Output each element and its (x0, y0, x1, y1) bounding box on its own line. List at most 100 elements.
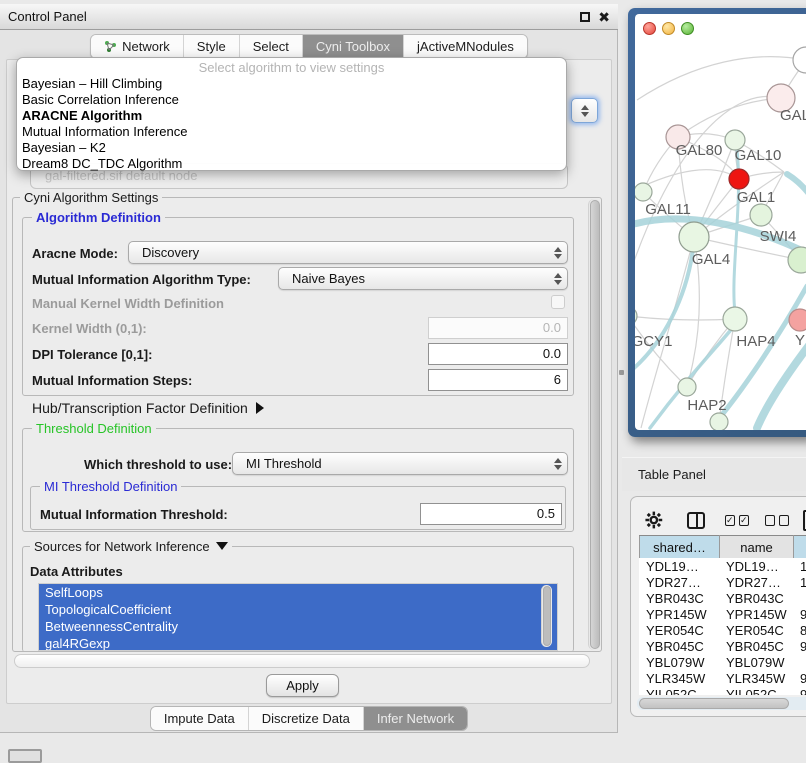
tab-select[interactable]: Select (240, 35, 303, 58)
tab-infer-network[interactable]: Infer Network (364, 707, 467, 730)
tab-impute-data[interactable]: Impute Data (151, 707, 249, 730)
cell-value[interactable]: 13 (793, 558, 806, 574)
aracne-mode-combobox[interactable]: Discovery (128, 241, 568, 264)
hub-definition-section[interactable]: Hub/Transcription Factor Definition (32, 400, 264, 416)
algorithm-combobox-fragment[interactable] (571, 98, 598, 123)
network-node-SWI4[interactable] (750, 204, 772, 226)
cell-value[interactable]: 9. (793, 686, 806, 695)
cell-name[interactable]: YBR043C (719, 590, 793, 606)
network-node[interactable] (788, 247, 806, 273)
tab-jactivemnodules[interactable]: jActiveMNodules (404, 35, 527, 58)
cell-shared-name[interactable]: YPR145W (639, 606, 719, 622)
algorithm-dropdown-item[interactable]: Basic Correlation Inference (17, 92, 566, 108)
settings-vertical-scrollbar[interactable] (588, 199, 601, 650)
cell-value[interactable]: 9. (793, 670, 806, 686)
cell-shared-name[interactable]: YBR043C (639, 590, 719, 606)
column-header-shared-name[interactable]: shared… (640, 536, 720, 559)
cell-shared-name[interactable]: YBR045C (639, 638, 719, 654)
network-node-HAP2[interactable] (678, 378, 696, 396)
unchecked-checkbox-icon[interactable] (779, 515, 789, 526)
sources-legend[interactable]: Sources for Network Inference (30, 540, 232, 553)
float-window-icon[interactable] (580, 12, 590, 22)
table-row[interactable]: YBL079W YBL079W (639, 654, 806, 670)
algorithm-dropdown-item[interactable]: Bayesian – Hill Climbing (17, 76, 566, 92)
cell-value[interactable]: 9. (793, 606, 806, 622)
column-header-name[interactable]: name (720, 536, 794, 559)
network-canvas[interactable]: GAL80GAL10GALGAL1GAL11SWI4GAL4GCY1HAP4YH… (635, 44, 806, 430)
column-header-partial[interactable] (794, 536, 806, 559)
data-attribute-item[interactable]: gal4RGexp (39, 635, 557, 651)
mi-threshold-field[interactable]: 0.5 (420, 503, 562, 525)
cell-name[interactable]: YDL19… (719, 558, 793, 574)
document-icon[interactable] (803, 510, 806, 531)
tab-cyni-toolbox[interactable]: Cyni Toolbox (303, 35, 404, 58)
zoom-window-icon[interactable] (681, 22, 694, 35)
table-panel-titlebar[interactable]: Table Panel (622, 457, 806, 491)
dpi-tolerance-field[interactable]: 0.0 (428, 343, 568, 365)
algorithm-dropdown-item[interactable]: Dream8 DC_TDC Algorithm (17, 156, 566, 172)
minimize-window-icon[interactable] (662, 22, 675, 35)
cell-name[interactable]: YLR345W (719, 670, 793, 686)
control-panel-titlebar[interactable]: Control Panel ✖ (0, 4, 618, 30)
table-row[interactable]: YER054C YER054C 8. (639, 622, 806, 638)
network-view-window[interactable]: GAL80GAL10GALGAL1GAL11SWI4GAL4GCY1HAP4YH… (628, 8, 806, 437)
which-threshold-combobox[interactable]: MI Threshold (232, 452, 568, 475)
table-row[interactable]: YDR27… YDR27… 12 (639, 574, 806, 590)
network-node-GAL1[interactable] (729, 169, 749, 189)
cell-shared-name[interactable]: YDR27… (639, 574, 719, 590)
settings-horizontal-scrollbar[interactable] (14, 654, 590, 668)
close-window-icon[interactable] (643, 22, 656, 35)
mi-steps-field[interactable]: 6 (428, 369, 568, 391)
table-horizontal-scrollbar[interactable] (637, 697, 806, 710)
cell-name[interactable]: YIL052C (719, 686, 793, 695)
split-columns-icon[interactable] (687, 512, 705, 529)
cell-shared-name[interactable]: YIL052C (639, 686, 719, 695)
table-row[interactable]: YLR345W YLR345W 9. (639, 670, 806, 686)
algorithm-dropdown-item[interactable]: ARACNE Algorithm (17, 108, 566, 124)
tab-network[interactable]: Network (91, 35, 184, 58)
checked-checkbox-icon[interactable]: ✓ (725, 515, 735, 526)
cell-name[interactable]: YPR145W (719, 606, 793, 622)
cell-name[interactable]: YBL079W (719, 654, 793, 670)
attributes-vertical-scrollbar[interactable] (541, 585, 552, 647)
data-attribute-item[interactable]: SelfLoops (39, 584, 557, 601)
unchecked-checkbox-icon[interactable] (765, 515, 775, 526)
algorithm-dropdown-item[interactable]: Bayesian – K2 (17, 140, 566, 156)
table-row[interactable]: YIL052C YIL052C 9. (639, 686, 806, 695)
network-node-HAP4[interactable] (723, 307, 747, 331)
data-attribute-item[interactable]: BetweennessCentrality (39, 618, 557, 635)
node-table-rows[interactable]: YDL19… YDL19… 13 YDR27… YDR27… 12 YBR043… (639, 558, 806, 695)
network-node[interactable] (710, 413, 728, 430)
cell-name[interactable]: YER054C (719, 622, 793, 638)
cell-value[interactable] (793, 654, 806, 670)
close-icon[interactable]: ✖ (598, 12, 610, 22)
table-row[interactable]: YBR043C YBR043C (639, 590, 806, 606)
table-row[interactable]: YBR045C YBR045C 9. (639, 638, 806, 654)
data-attribute-item[interactable]: TopologicalCoefficient (39, 601, 557, 618)
tab-discretize-data[interactable]: Discretize Data (249, 707, 364, 730)
mi-algorithm-type-combobox[interactable]: Naive Bayes (278, 267, 568, 290)
apply-button[interactable]: Apply (266, 674, 339, 697)
checked-checkbox-icon[interactable]: ✓ (739, 515, 749, 526)
cell-name[interactable]: YBR045C (719, 638, 793, 654)
cell-shared-name[interactable]: YER054C (639, 622, 719, 638)
manual-kernel-width-checkbox[interactable] (551, 295, 565, 309)
network-node[interactable] (793, 47, 806, 73)
cell-shared-name[interactable]: YLR345W (639, 670, 719, 686)
network-node-GAL11[interactable] (635, 183, 652, 201)
kernel-width-field[interactable]: 0.0 (428, 317, 568, 339)
cell-value[interactable]: 9. (793, 638, 806, 654)
cell-shared-name[interactable]: YDL19… (639, 558, 719, 574)
table-row[interactable]: YDL19… YDL19… 13 (639, 558, 806, 574)
minimized-window-fragment[interactable] (8, 749, 42, 763)
algorithm-dropdown-item[interactable]: Mutual Information Inference (17, 124, 566, 140)
cell-value[interactable] (793, 590, 806, 606)
tab-style[interactable]: Style (184, 35, 240, 58)
network-node-GAL4[interactable] (679, 222, 709, 252)
cell-shared-name[interactable]: YBL079W (639, 654, 719, 670)
splitter-grip[interactable] (619, 370, 624, 375)
table-row[interactable]: YPR145W YPR145W 9. (639, 606, 806, 622)
network-node-Y[interactable] (789, 309, 806, 331)
cell-value[interactable]: 8. (793, 622, 806, 638)
network-node-GCY1[interactable] (635, 307, 637, 325)
